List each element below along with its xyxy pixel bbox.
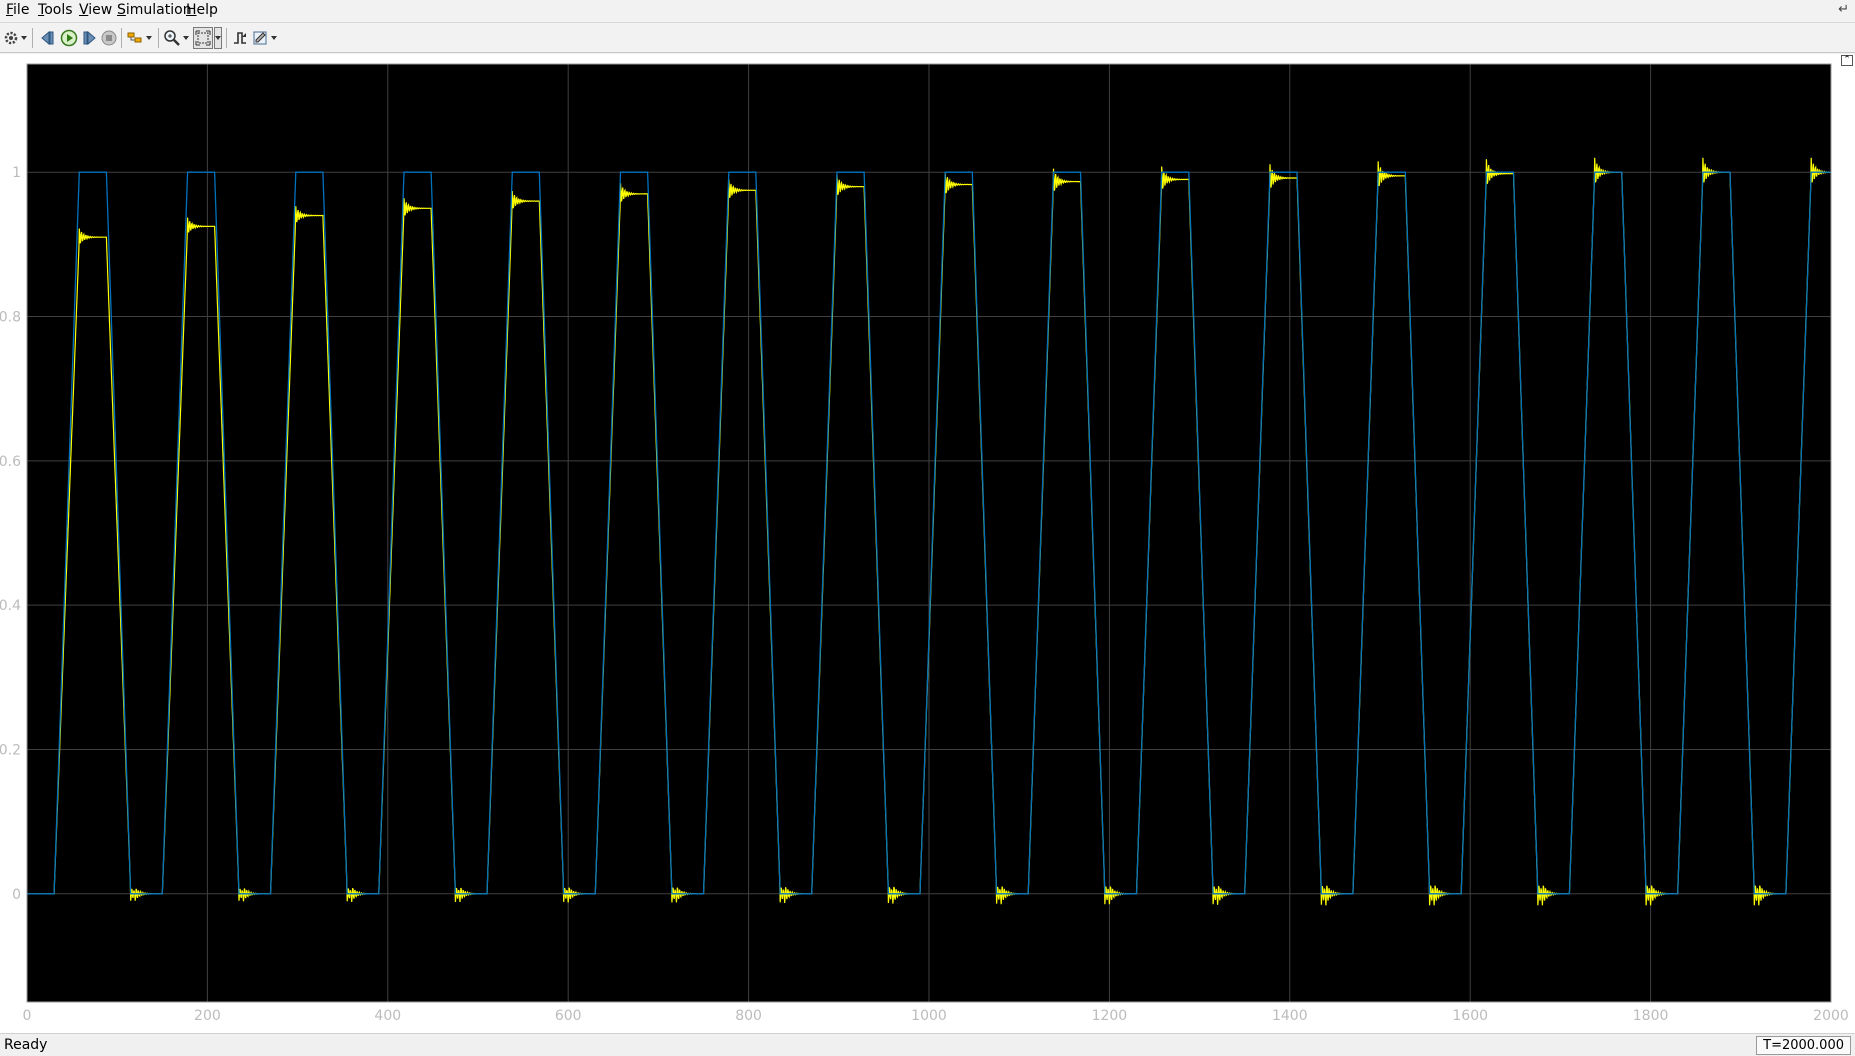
autoscale-icon[interactable] — [193, 27, 213, 49]
x-tick-label: 1800 — [1633, 1008, 1669, 1024]
triggers-icon[interactable] — [230, 27, 250, 49]
x-tick-label: 1600 — [1452, 1008, 1488, 1024]
run-icon[interactable] — [59, 27, 79, 49]
zoom-icon[interactable] — [162, 27, 182, 49]
settings-dropdown-icon[interactable] — [20, 27, 28, 49]
menu-help[interactable]: Help — [184, 2, 220, 18]
x-tick-label: 200 — [194, 1008, 221, 1024]
x-tick-label: 800 — [735, 1008, 762, 1024]
toolbar-separator — [121, 28, 122, 48]
cursor-measurements-icon[interactable] — [250, 27, 270, 49]
step-forward-icon[interactable] — [79, 27, 99, 49]
x-tick-label: 1400 — [1272, 1008, 1308, 1024]
highlight-icon[interactable] — [125, 27, 145, 49]
menu-bar: File Tools View Simulation Help ↵ — [0, 0, 1855, 23]
dock-arrow-icon[interactable]: ↵ — [1838, 2, 1849, 17]
scope-plot-panel: 0 200 400 600 800 1000 1200 1400 1600 1800 2000 0 0.… — [0, 54, 1855, 1033]
menu-view[interactable]: View — [77, 2, 114, 18]
stop-icon[interactable] — [99, 27, 119, 49]
x-tick-label: 2000 — [1813, 1008, 1849, 1024]
toolbar — [0, 23, 1855, 53]
menu-file[interactable]: File — [4, 2, 31, 18]
zoom-dropdown-icon[interactable] — [182, 27, 190, 49]
status-bar: Ready T=2000.000 — [0, 1033, 1855, 1056]
toolbar-separator — [158, 28, 159, 48]
y-tick-label: 0.8 — [0, 310, 21, 326]
highlight-dropdown-icon[interactable] — [145, 27, 153, 49]
undock-icon[interactable]: ⌃ — [1841, 55, 1853, 66]
x-tick-label: 400 — [374, 1008, 401, 1024]
y-tick-label: 1 — [12, 165, 21, 181]
menu-simulation[interactable]: Simulation — [115, 2, 194, 18]
menu-tools[interactable]: Tools — [36, 2, 75, 18]
y-tick-label: 0.2 — [0, 742, 21, 758]
y-tick-label: 0 — [12, 887, 21, 903]
x-tick-label: 1000 — [911, 1008, 947, 1024]
measurements-dropdown-icon[interactable] — [270, 27, 278, 49]
step-back-icon[interactable] — [37, 27, 59, 49]
x-tick-label: 1200 — [1092, 1008, 1128, 1024]
toolbar-separator — [226, 28, 227, 48]
simulation-time-readout: T=2000.000 — [1756, 1036, 1851, 1055]
status-text: Ready — [4, 1037, 48, 1053]
y-tick-label: 0.4 — [0, 598, 21, 614]
x-tick-label: 0 — [23, 1008, 32, 1024]
settings-gear-icon[interactable] — [2, 27, 20, 49]
y-tick-label: 0.6 — [0, 454, 21, 470]
scope-chart[interactable]: 0 200 400 600 800 1000 1200 1400 1600 1800 2000 0 0.… — [0, 54, 1855, 1033]
autoscale-dropdown-icon[interactable] — [214, 27, 222, 49]
x-tick-label: 600 — [555, 1008, 582, 1024]
toolbar-separator — [32, 28, 33, 48]
